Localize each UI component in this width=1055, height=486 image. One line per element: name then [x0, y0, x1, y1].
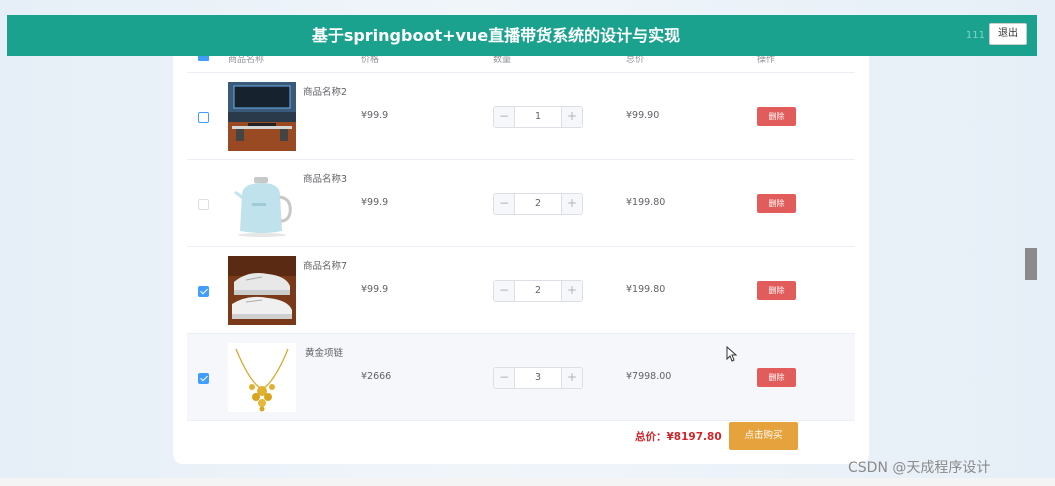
product-name: 商品名称7 — [303, 261, 348, 272]
quantity-input[interactable]: 2 — [515, 281, 561, 301]
table-row: 商品名称7 ¥99.9 − 2 + ¥199.80 删除 — [187, 247, 855, 334]
delete-button[interactable]: 删除 — [757, 107, 796, 126]
column-header-price: 价格 — [361, 56, 380, 65]
unit-price: ¥99.9 — [361, 284, 389, 295]
buy-button[interactable]: 点击购买 — [729, 422, 798, 450]
gold-necklace-image — [228, 343, 296, 412]
delete-button[interactable]: 删除 — [757, 194, 796, 213]
quantity-input[interactable]: 2 — [515, 194, 561, 214]
plus-icon[interactable]: + — [561, 107, 582, 127]
kettle-image — [228, 169, 296, 238]
table-row: 商品名称3 ¥99.9 − 2 + ¥199.80 删除 — [187, 160, 855, 247]
product-name: 商品名称2 — [303, 87, 348, 98]
plus-icon[interactable]: + — [561, 281, 582, 301]
total-price: 总价：¥8197.80 — [635, 431, 722, 443]
scrollbar-thumb[interactable] — [1025, 248, 1037, 280]
site-title: 基于springboot+vue直播带货系统的设计与实现 — [311, 26, 681, 45]
delete-button[interactable]: 删除 — [757, 281, 796, 300]
mouse-cursor-icon — [726, 346, 738, 362]
quantity-stepper: − 2 + — [493, 193, 583, 215]
row-subtotal: ¥199.80 — [626, 197, 666, 208]
minus-icon[interactable]: − — [494, 194, 515, 214]
cart-card: 商品名称 价格 数量 总价 操作 商品名称2 ¥99.9 − 1 + ¥99.9… — [173, 56, 869, 464]
product-name: 商品名称3 — [303, 174, 348, 185]
logout-button[interactable]: 退出 — [989, 23, 1027, 45]
row-checkbox[interactable] — [198, 199, 209, 210]
row-subtotal: ¥99.90 — [626, 110, 660, 121]
delete-button[interactable]: 删除 — [757, 368, 796, 387]
row-checkbox[interactable] — [198, 112, 209, 123]
product-name: 黄金项链 — [305, 348, 344, 359]
minus-icon[interactable]: − — [494, 107, 515, 127]
table-header: 商品名称 价格 数量 总价 操作 — [187, 56, 855, 73]
select-all-checkbox[interactable] — [198, 56, 209, 61]
row-subtotal: ¥199.80 — [626, 284, 666, 295]
bottom-strip — [0, 478, 1055, 486]
plus-icon[interactable]: + — [561, 368, 582, 388]
row-subtotal: ¥7998.00 — [626, 371, 672, 382]
column-header-quantity: 数量 — [493, 56, 512, 65]
plus-icon[interactable]: + — [561, 194, 582, 214]
quantity-input[interactable]: 3 — [515, 368, 561, 388]
column-header-name: 商品名称 — [228, 56, 265, 65]
minus-icon[interactable]: − — [494, 368, 515, 388]
watermark: CSDN @天成程序设计 — [848, 460, 991, 476]
unit-price: ¥2666 — [361, 371, 392, 382]
minus-icon[interactable]: − — [494, 281, 515, 301]
column-header-subtotal: 总价 — [626, 56, 645, 65]
column-header-action: 操作 — [757, 56, 776, 65]
quantity-stepper: − 1 + — [493, 106, 583, 128]
unit-price: ¥99.9 — [361, 110, 389, 121]
top-navbar: 基于springboot+vue直播带货系统的设计与实现 111 退出 — [7, 15, 1037, 56]
sneaker-image — [228, 256, 296, 325]
username: 111 — [965, 30, 985, 41]
unit-price: ¥99.9 — [361, 197, 389, 208]
quantity-stepper: − 3 + — [493, 367, 583, 389]
table-row: 商品名称2 ¥99.9 − 1 + ¥99.90 删除 — [187, 73, 855, 160]
quantity-stepper: − 2 + — [493, 280, 583, 302]
quantity-input[interactable]: 1 — [515, 107, 561, 127]
table-row: 黄金项链 ¥2666 − 3 + ¥7998.00 删除 — [187, 334, 855, 421]
row-checkbox[interactable] — [198, 286, 209, 297]
row-checkbox[interactable] — [198, 373, 209, 384]
desk-monitor-image — [228, 82, 296, 151]
